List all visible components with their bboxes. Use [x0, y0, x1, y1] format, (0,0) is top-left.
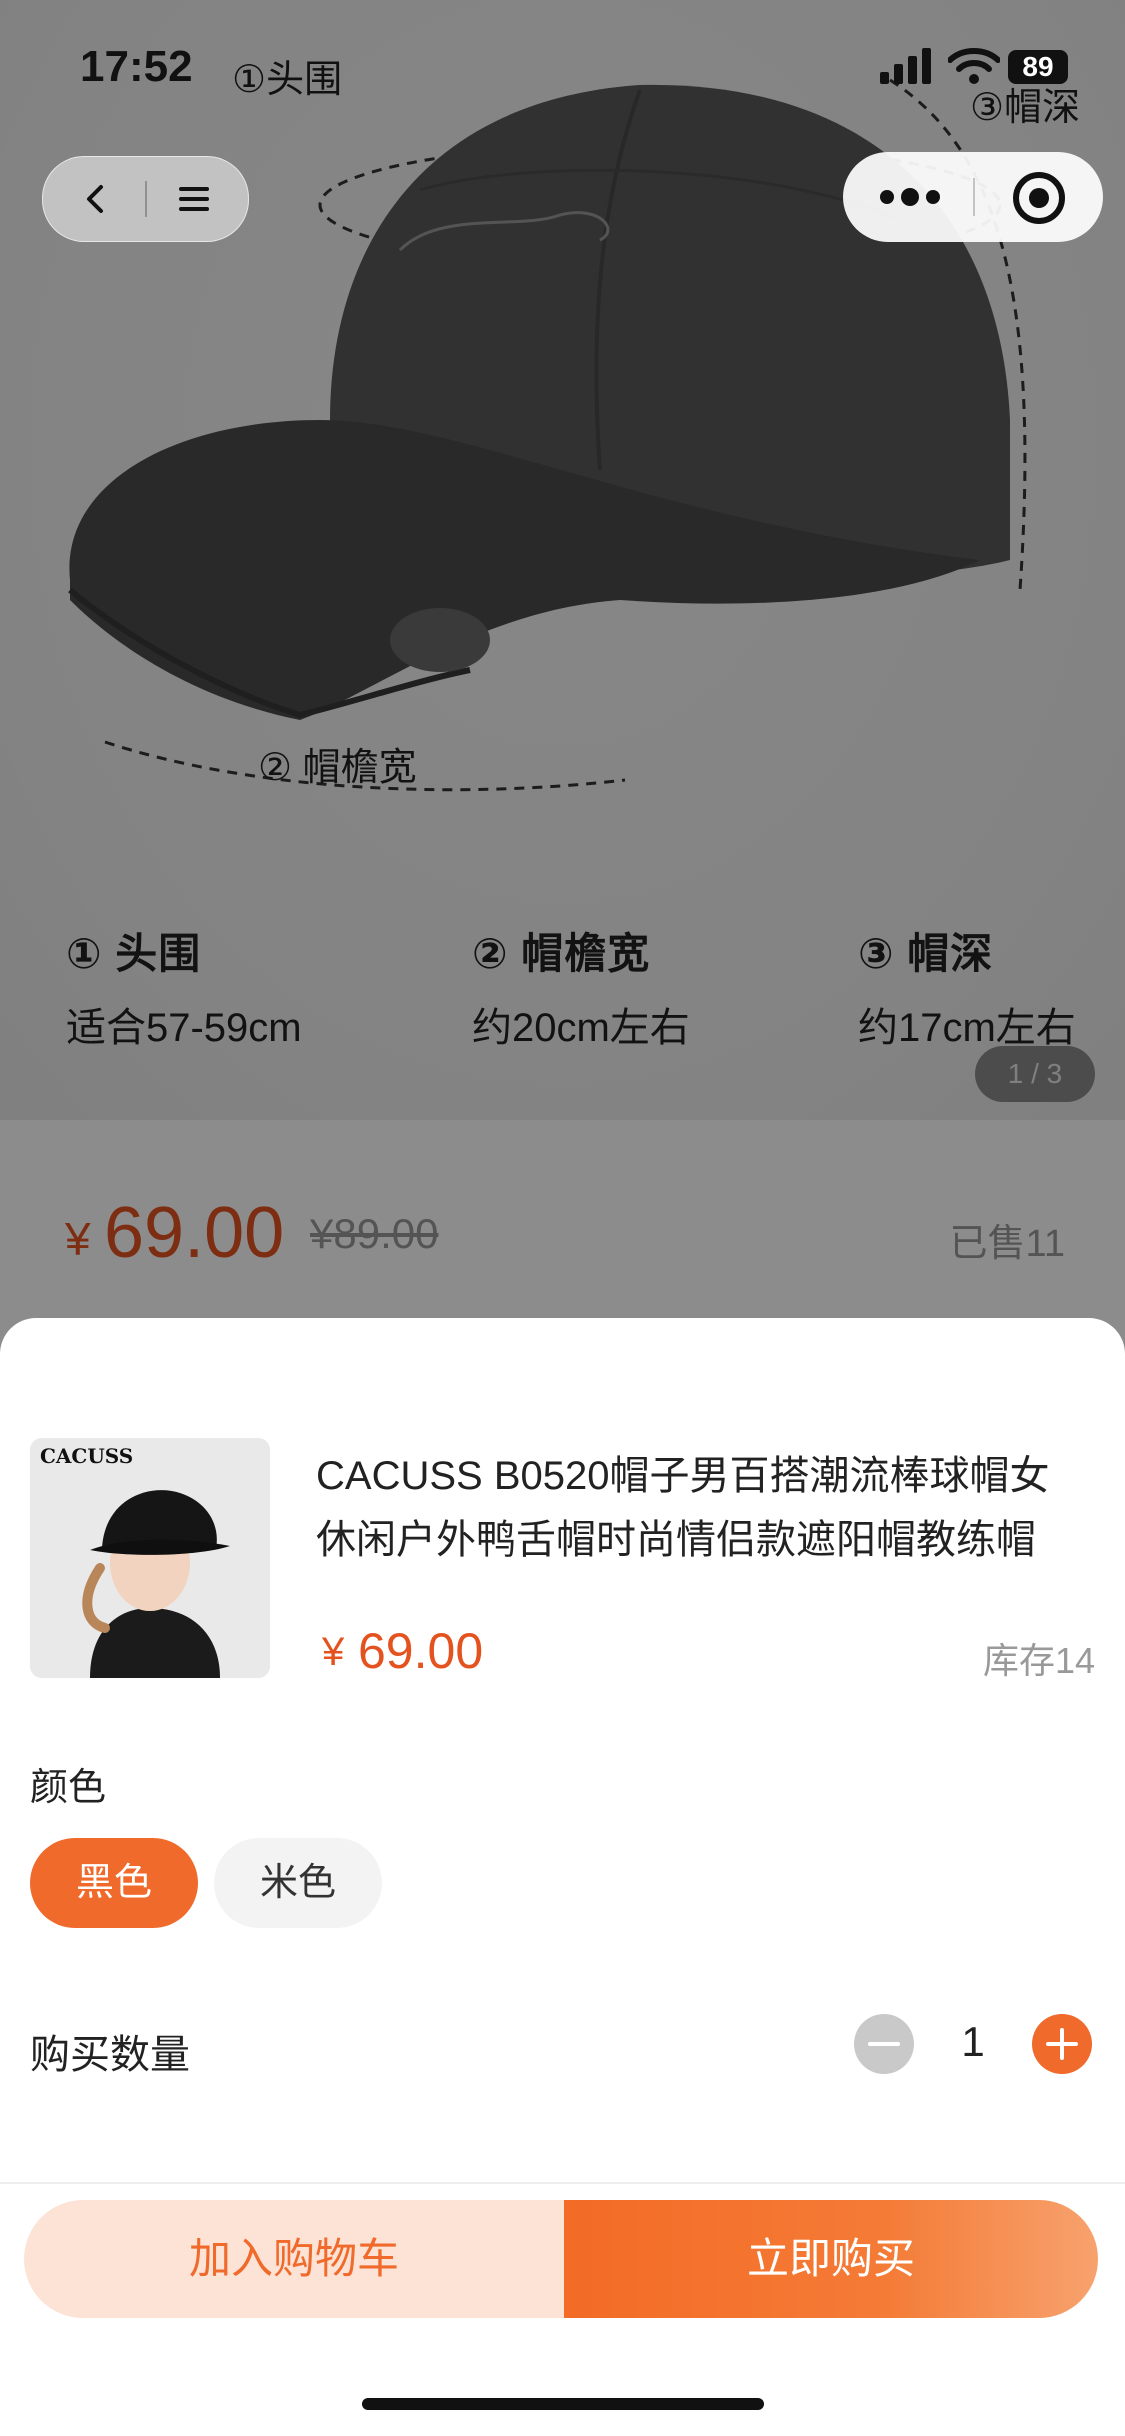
cellular-signal-icon [880, 48, 931, 84]
quantity-decrease-button[interactable] [854, 2014, 914, 2074]
image-annotation-head: ①头围 [232, 59, 343, 101]
minus-icon [868, 2042, 900, 2046]
stock-count: 库存14 [982, 1640, 1095, 1681]
add-to-cart-button[interactable]: 加入购物车 [24, 2200, 564, 2318]
color-option-beige[interactable]: 米色 [214, 1838, 382, 1928]
menu-icon[interactable] [179, 185, 209, 213]
status-time: 17:52 [80, 42, 193, 91]
quantity-increase-button[interactable] [1032, 2014, 1092, 2074]
product-thumbnail: CACUSS [30, 1438, 270, 1678]
sku-selection-sheet: CACUSS CACUSS B0520帽子男百搭潮流棒球帽女休闲户外鸭舌帽时尚情… [0, 1318, 1125, 2436]
more-options-icon[interactable] [879, 184, 941, 210]
wifi-icon [948, 48, 1000, 84]
home-indicator[interactable] [362, 2398, 764, 2410]
mini-program-capsule [843, 152, 1103, 242]
capsule-divider [973, 178, 975, 216]
sheet-price: 69.00 [358, 1623, 484, 1679]
battery-level: 89 [1008, 50, 1068, 84]
quantity-value[interactable]: 1 [940, 2018, 1006, 2066]
plus-icon-vertical [1060, 2028, 1064, 2060]
product-title: CACUSS B0520帽子男百搭潮流棒球帽女休闲户外鸭舌帽时尚情侣款遮阳帽教练… [316, 1454, 1050, 1562]
sheet-price-currency: ¥ [322, 1630, 345, 1674]
nav-capsule-left [42, 156, 249, 242]
buy-now-button[interactable]: 立即购买 [564, 2200, 1098, 2318]
brand-label: CACUSS [40, 1444, 134, 1468]
color-option-label: 颜色 [30, 1767, 107, 1809]
action-divider [0, 2182, 1125, 2184]
quantity-label: 购买数量 [30, 2033, 190, 2077]
capsule-divider [145, 181, 147, 217]
model-wearing-cap-image [30, 1438, 270, 1678]
close-mini-program-icon[interactable] [1011, 170, 1067, 226]
color-option-black[interactable]: 黑色 [30, 1838, 198, 1928]
back-icon[interactable] [81, 183, 113, 215]
